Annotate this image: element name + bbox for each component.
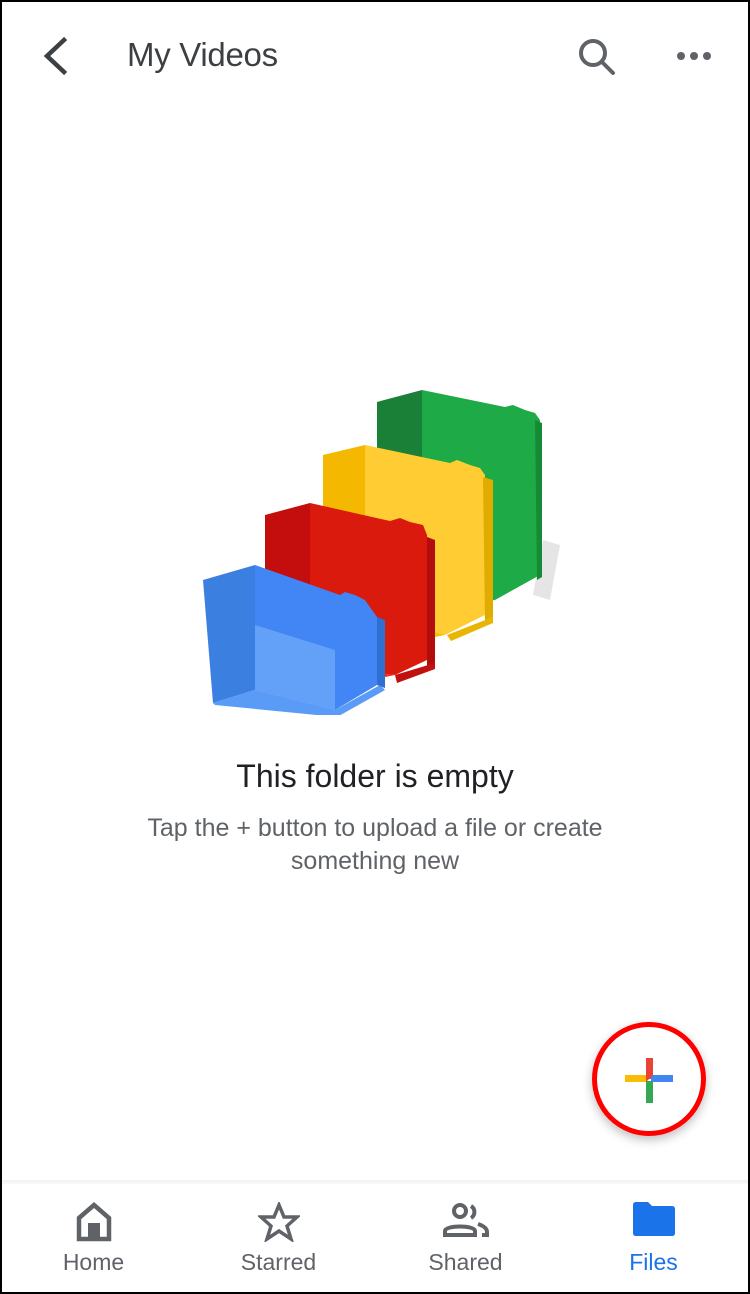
empty-state-title: This folder is empty bbox=[236, 758, 514, 794]
empty-folder-illustration bbox=[203, 390, 560, 715]
home-icon bbox=[76, 1202, 111, 1242]
star-icon bbox=[257, 1202, 300, 1242]
nav-label-home: Home bbox=[62, 1249, 125, 1275]
search-button[interactable] bbox=[574, 34, 620, 80]
nav-item-home[interactable]: Home bbox=[0, 1184, 187, 1294]
plus-icon bbox=[625, 1058, 673, 1103]
search-icon bbox=[579, 39, 615, 75]
nav-label-starred: Starred bbox=[240, 1249, 317, 1275]
more-options-button[interactable] bbox=[670, 38, 718, 74]
page-title: My Videos bbox=[127, 36, 278, 73]
chevron-left-icon bbox=[43, 36, 68, 76]
more-horizontal-icon bbox=[677, 52, 711, 60]
top-app-bar: My Videos bbox=[0, 0, 750, 112]
nav-item-starred[interactable]: Starred bbox=[185, 1184, 372, 1294]
bottom-navigation: Home Starred Shared Files bbox=[0, 1184, 750, 1294]
nav-label-files: Files bbox=[629, 1249, 678, 1275]
back-button[interactable] bbox=[36, 34, 80, 78]
nav-label-shared: Shared bbox=[428, 1249, 503, 1275]
folder-icon bbox=[632, 1202, 675, 1236]
nav-item-files[interactable]: Files bbox=[560, 1184, 747, 1294]
new-fab-button[interactable] bbox=[592, 1022, 706, 1136]
empty-state-subtitle: Tap the + button to upload a file or cre… bbox=[147, 814, 603, 875]
nav-item-shared[interactable]: Shared bbox=[372, 1184, 559, 1294]
shared-people-icon bbox=[442, 1203, 489, 1237]
